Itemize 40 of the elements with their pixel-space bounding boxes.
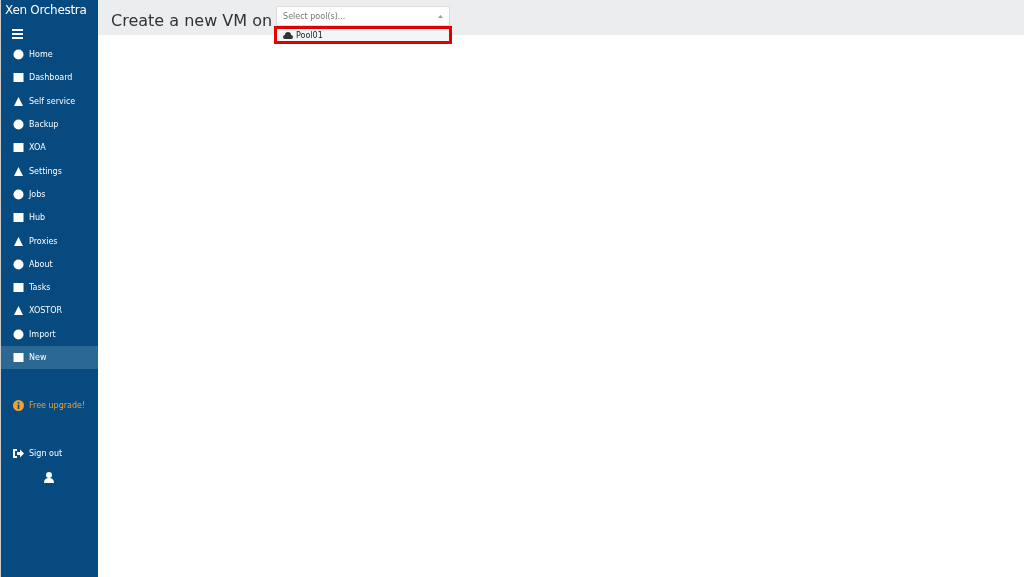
nav-icon — [13, 95, 24, 107]
page-title: Create a new VM on — [111, 11, 273, 30]
nav-icon — [13, 258, 24, 270]
nav-icon — [13, 142, 24, 154]
nav-icon — [13, 305, 24, 317]
menu-icon[interactable] — [12, 29, 23, 39]
sign-out-link[interactable]: Sign out — [1, 441, 98, 465]
nav-item[interactable]: Import — [1, 322, 98, 346]
nav-item[interactable]: Tasks — [1, 275, 98, 300]
nav-icon — [13, 352, 24, 363]
sign-out-icon — [13, 447, 24, 459]
info-icon — [13, 400, 24, 412]
nav-item[interactable]: Self service — [1, 89, 98, 113]
nav-item[interactable]: Proxies — [1, 229, 98, 253]
nav-icon — [13, 119, 24, 131]
nav-item[interactable]: Jobs — [1, 182, 98, 207]
nav-icon — [13, 328, 24, 340]
nav-item[interactable]: XOSTOR — [1, 299, 98, 323]
app-title: Xen Orchestra — [4, 2, 88, 19]
nav-item[interactable]: Settings — [1, 159, 98, 183]
caret-icon — [438, 14, 444, 18]
nav-item[interactable]: Backup — [1, 112, 98, 137]
nav-icon — [13, 282, 24, 294]
pool-option[interactable]: Pool01 — [274, 26, 453, 44]
cloud-icon — [283, 31, 294, 39]
nav-icon — [13, 49, 24, 61]
nav-icon — [13, 212, 24, 224]
nav-icon — [13, 165, 24, 177]
user-icon[interactable] — [44, 471, 54, 483]
nav-item[interactable]: XOA — [1, 136, 98, 160]
nav-icon — [13, 235, 24, 247]
nav-item[interactable]: New — [1, 345, 98, 370]
pool-select[interactable]: Select pool(s)... — [276, 6, 451, 26]
nav-item[interactable]: Hub — [1, 206, 98, 230]
nav-item[interactable]: Dashboard — [1, 66, 98, 90]
nav-icon — [13, 72, 24, 84]
nav-item[interactable]: Home — [1, 43, 98, 67]
upgrade-link[interactable]: Free upgrade! — [1, 394, 98, 418]
nav-item[interactable]: About — [1, 252, 98, 276]
nav-icon — [13, 188, 24, 200]
